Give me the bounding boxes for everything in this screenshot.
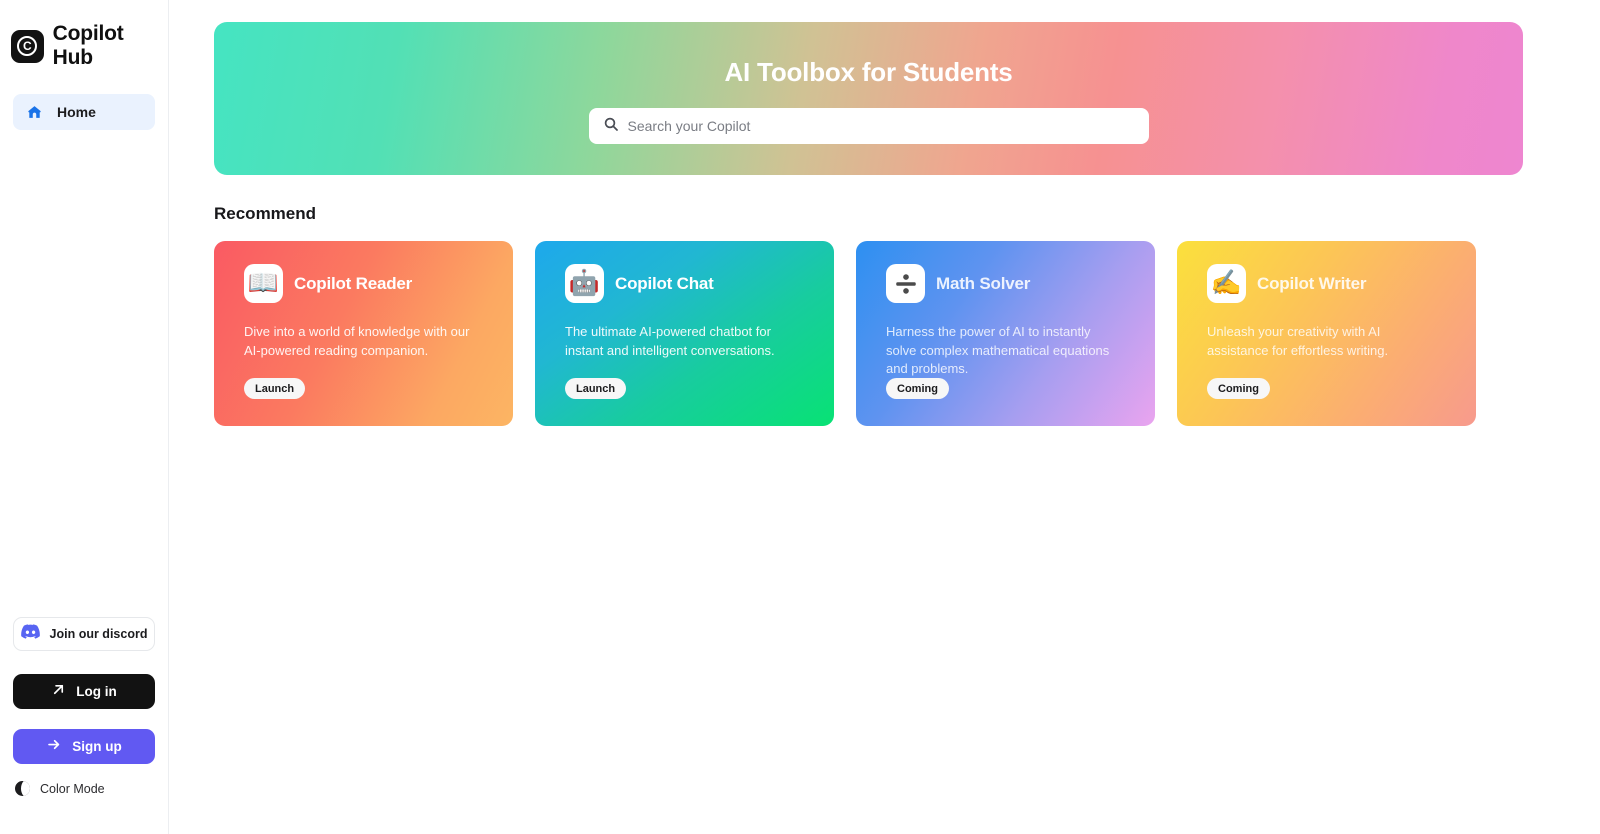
sidebar-bottom-actions: Join our discord Log in Sign up Color Mo… (13, 617, 155, 796)
join-discord-button[interactable]: Join our discord (13, 617, 155, 651)
join-discord-label: Join our discord (49, 627, 148, 641)
card-copilot-chat[interactable]: 🤖 Copilot Chat The ultimate AI-powered c… (535, 241, 834, 426)
card-copilot-reader[interactable]: 📖 Copilot Reader Dive into a world of kn… (214, 241, 513, 426)
sidebar-item-home[interactable]: Home (13, 94, 155, 130)
division-sign-icon (886, 264, 925, 303)
search-bar[interactable] (588, 108, 1149, 144)
home-icon (26, 104, 43, 120)
discord-icon (20, 624, 40, 644)
card-header: 🤖 Copilot Chat (565, 264, 834, 303)
card-header: Math Solver (886, 264, 1155, 303)
card-math-solver[interactable]: Math Solver Harness the power of AI to i… (856, 241, 1155, 426)
main-content: AI Toolbox for Students Recommend 📖 Copi… (169, 0, 1600, 834)
copilot-hub-logo-icon: C (11, 29, 44, 63)
card-title: Copilot Reader (294, 273, 413, 293)
logo-letter: C (17, 36, 38, 56)
search-input[interactable] (627, 118, 1135, 134)
search-icon (603, 116, 619, 137)
writing-hand-icon: ✍️ (1207, 264, 1246, 303)
card-action-button[interactable]: Coming (886, 378, 949, 399)
robot-icon: 🤖 (565, 264, 604, 303)
log-in-label: Log in (76, 684, 117, 699)
hero-banner: AI Toolbox for Students (214, 22, 1523, 175)
card-action-button[interactable]: Launch (565, 378, 627, 399)
card-header: ✍️ Copilot Writer (1207, 264, 1476, 303)
sign-up-label: Sign up (72, 739, 122, 754)
open-book-icon: 📖 (244, 264, 283, 303)
card-copilot-writer[interactable]: ✍️ Copilot Writer Unleash your creativit… (1177, 241, 1476, 426)
card-action-button[interactable]: Coming (1207, 378, 1270, 399)
card-title: Math Solver (936, 273, 1031, 293)
moon-icon (15, 781, 30, 796)
sign-up-button[interactable]: Sign up (13, 729, 155, 764)
log-in-button[interactable]: Log in (13, 674, 155, 709)
sidebar-nav: Home (0, 94, 168, 130)
section-title-recommend: Recommend (214, 204, 317, 223)
page-title: AI Toolbox for Students (724, 57, 1013, 87)
color-mode-toggle[interactable]: Color Mode (13, 781, 155, 796)
app-title: Copilot Hub (52, 22, 124, 69)
card-description: Dive into a world of knowledge with our … (244, 324, 470, 358)
card-description: The ultimate AI-powered chatbot for inst… (565, 324, 775, 358)
card-description: Harness the power of AI to instantly sol… (886, 324, 1110, 376)
recommend-card-list: 📖 Copilot Reader Dive into a world of kn… (214, 241, 1523, 426)
arrow-right-icon (46, 737, 62, 757)
sidebar-item-home-label: Home (57, 104, 96, 120)
color-mode-label: Color Mode (40, 781, 105, 796)
app-root: C Copilot Hub Home Join our discord Log … (0, 0, 1600, 834)
card-title: Copilot Writer (1257, 273, 1367, 293)
card-description: Unleash your creativity with AI assistan… (1207, 324, 1389, 358)
arrow-up-right-icon (51, 682, 66, 702)
card-header: 📖 Copilot Reader (244, 264, 513, 303)
card-action-button[interactable]: Launch (244, 378, 306, 399)
sidebar: C Copilot Hub Home Join our discord Log … (0, 0, 169, 834)
app-logo[interactable]: C Copilot Hub (0, 0, 168, 70)
card-title: Copilot Chat (615, 273, 714, 293)
